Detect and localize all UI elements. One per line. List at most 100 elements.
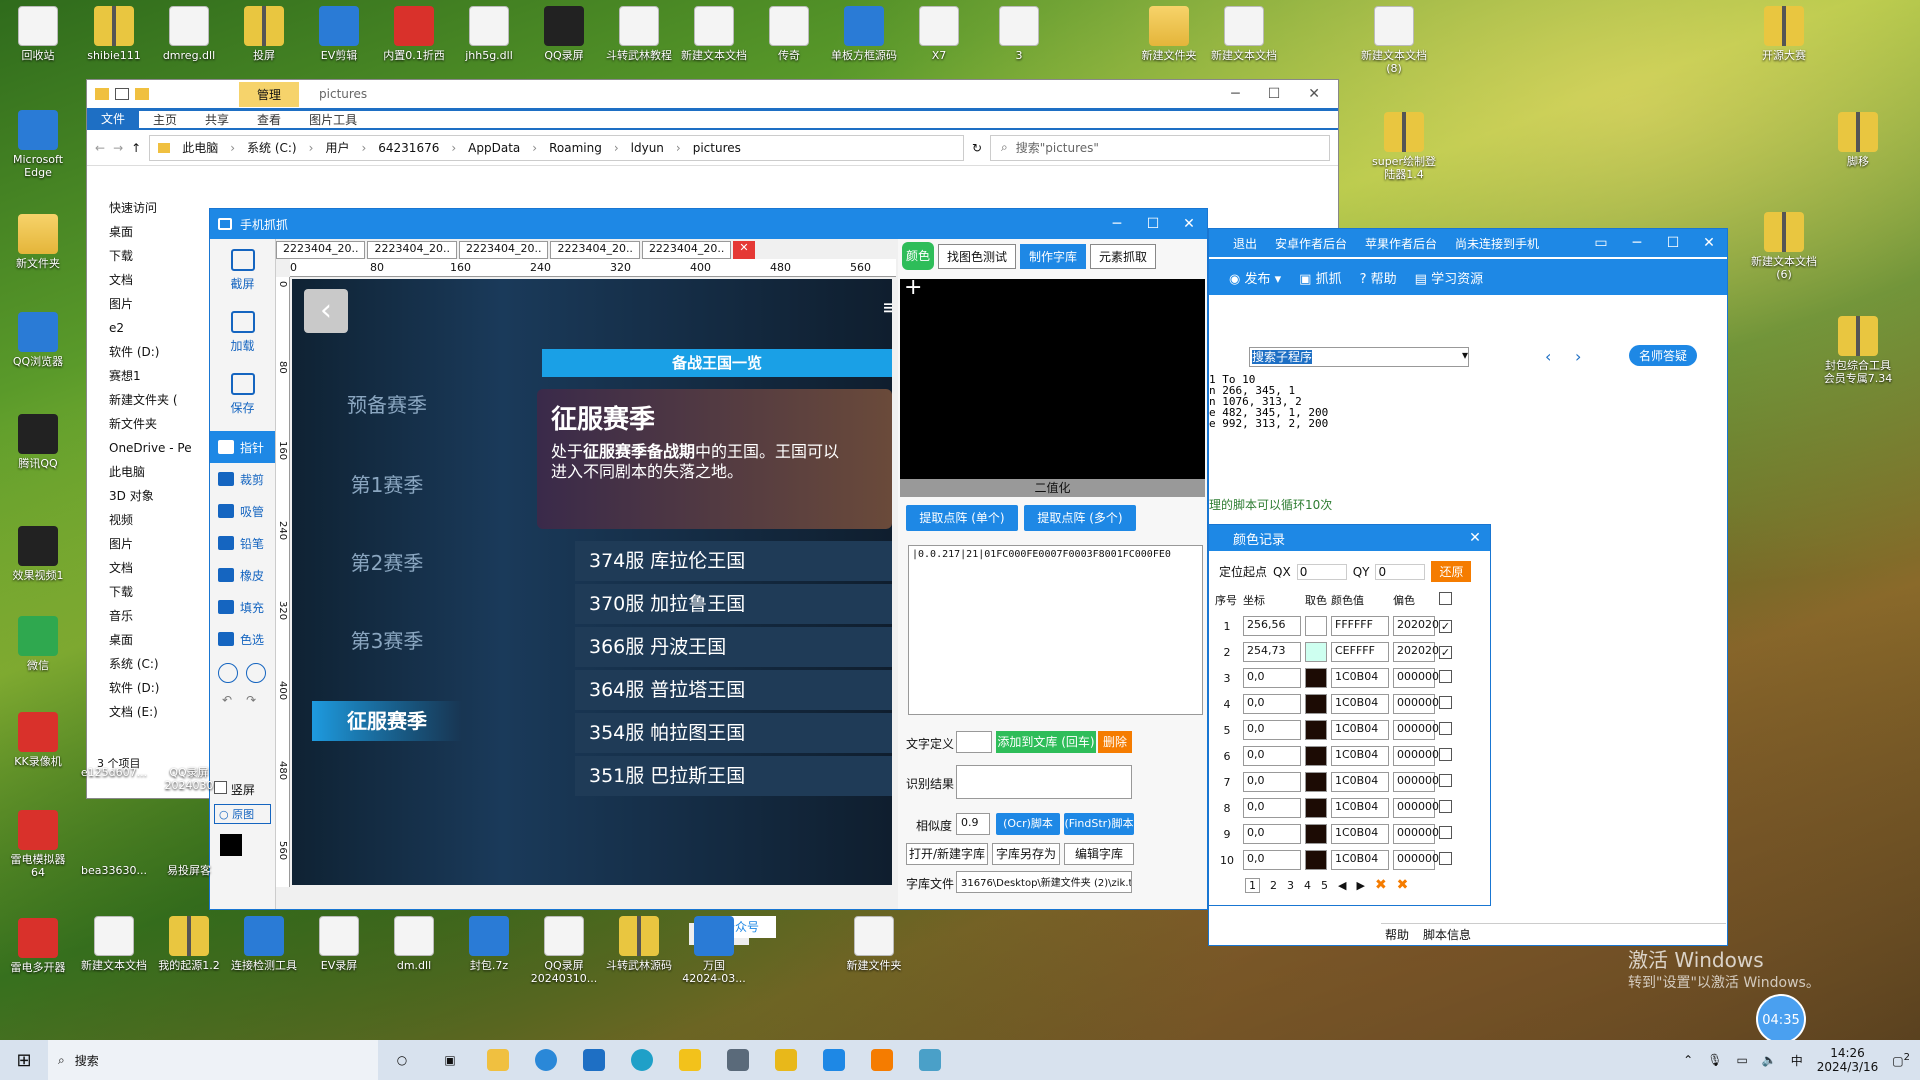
kk-taskbar-icon[interactable] — [522, 1040, 570, 1080]
restore-button[interactable]: 还原 — [1431, 561, 1472, 582]
undo-icon[interactable]: ↶ — [222, 693, 232, 707]
breadcrumb-item[interactable]: ldyun — [631, 141, 664, 155]
network-icon[interactable]: ▭ — [1736, 1053, 1747, 1067]
tab-file[interactable]: 文件 — [87, 108, 140, 130]
nav-item[interactable]: 软件 (D:) — [87, 340, 217, 364]
desktop-icon[interactable]: dmreg.dll — [153, 6, 225, 62]
nav-item[interactable]: 文档 — [87, 556, 217, 580]
close-tab-icon[interactable]: ✕ — [733, 241, 755, 259]
code-editor[interactable]: 1 To 10 n 266, 345, 1n 1076, 313, 2e 482,… — [1209, 374, 1328, 429]
tool-5[interactable]: 填充 — [210, 591, 275, 623]
tool-4[interactable]: 橡皮 — [210, 559, 275, 591]
page-number[interactable]: 1 — [1245, 877, 1260, 893]
page-number[interactable]: 4 — [1304, 879, 1311, 892]
color-record-window[interactable]: 颜色记录 ✕ 定位起点 QX 0 QY 0 还原 序号 坐标 取色 颜色值 偏色 1 256… — [1208, 524, 1491, 906]
desktop-icon[interactable]: 脚移 — [1822, 112, 1894, 168]
volume-icon[interactable]: 🔈 — [1762, 1053, 1777, 1067]
edit-library-button[interactable]: 编辑字库 — [1064, 843, 1134, 865]
coord-input[interactable]: 0,0 — [1243, 694, 1301, 714]
java-taskbar-icon[interactable] — [858, 1040, 906, 1080]
desktop-icon[interactable]: 雷电模拟器 64 — [2, 810, 74, 879]
search-input[interactable]: ⌕ 搜索"pictures" — [990, 134, 1330, 161]
tool-6[interactable]: 色选 — [210, 623, 275, 655]
prev-page-icon[interactable]: ◀ — [1338, 879, 1346, 892]
recognize-result-field[interactable] — [956, 765, 1132, 799]
prev-arrow-icon[interactable]: ‹ — [1545, 347, 1551, 366]
nav-item[interactable]: 视频 — [87, 508, 217, 532]
offset-input[interactable]: 202020 — [1393, 642, 1439, 662]
tab-home[interactable]: 主页 — [139, 110, 192, 128]
binarized-preview[interactable]: + — [900, 275, 1205, 479]
coord-input[interactable]: 0,0 — [1243, 772, 1301, 792]
nav-item[interactable]: 下载 — [87, 580, 217, 604]
tab-element-capture[interactable]: 元素抓取 — [1090, 243, 1157, 269]
next-arrow-icon[interactable]: › — [1575, 347, 1581, 366]
nav-item[interactable]: 下载 — [87, 244, 217, 268]
dot-matrix-output[interactable]: |0.0.217|21|01FC000FE0007F0003F8001FC000… — [908, 545, 1203, 715]
desktop-icon[interactable]: 投屏 — [228, 6, 300, 62]
coord-input[interactable]: 0,0 — [1243, 824, 1301, 844]
load-button[interactable]: 加载 — [210, 301, 275, 363]
up-icon[interactable]: ↑ — [131, 141, 141, 155]
rotate-right-icon[interactable] — [246, 663, 266, 683]
row-checkbox[interactable] — [1439, 696, 1452, 709]
tab-make-font-library[interactable]: 制作字库 — [1020, 243, 1087, 269]
desktop-icon-partial[interactable]: 易投屏客 — [153, 864, 225, 877]
nav-item[interactable]: OneDrive - Pe — [87, 436, 217, 460]
color-swatch[interactable] — [1305, 720, 1327, 740]
row-checkbox[interactable] — [1439, 748, 1452, 761]
capture-button[interactable]: ▣ 抓抓 — [1299, 268, 1341, 287]
clock[interactable]: 14:26 2024/3/16 — [1817, 1046, 1879, 1074]
color-value-input[interactable]: 1C0B04 — [1331, 720, 1389, 740]
back-icon[interactable]: ← — [95, 141, 105, 155]
color-value-input[interactable]: 1C0B04 — [1331, 798, 1389, 818]
color-value-input[interactable]: 1C0B04 — [1331, 824, 1389, 844]
minimize-icon[interactable]: ─ — [1099, 216, 1135, 232]
desktop-icon[interactable]: 3 — [983, 6, 1055, 62]
color-swatch[interactable] — [1305, 824, 1327, 844]
nav-item[interactable]: 新文件夹 — [87, 412, 217, 436]
nav-item[interactable]: 文档 — [87, 268, 217, 292]
calculator-taskbar-icon[interactable] — [714, 1040, 762, 1080]
desktop-icon[interactable]: 效果视频1 — [2, 526, 74, 582]
desktop-icon-partial[interactable]: QQ录屏 2024030 — [153, 766, 225, 792]
close-icon[interactable]: ✕ — [1308, 86, 1320, 102]
tab-find-image-test[interactable]: 找图色测试 — [938, 243, 1017, 269]
color-swatch[interactable] — [1305, 772, 1327, 792]
coord-input[interactable]: 0,0 — [1243, 798, 1301, 818]
nav-item[interactable]: 赛想1 — [87, 364, 217, 388]
checkbox-icon[interactable] — [115, 88, 129, 100]
nav-item[interactable]: 文档 (E:) — [87, 700, 217, 724]
row-checkbox[interactable] — [1439, 670, 1452, 683]
image-tab[interactable]: 2223404_20.. — [276, 241, 366, 259]
page-number[interactable]: 5 — [1321, 879, 1328, 892]
desktop-icon[interactable]: Microsoft Edge — [2, 110, 74, 179]
refresh-icon[interactable]: ↻ — [972, 141, 982, 155]
menu-ios-backend[interactable]: 苹果作者后台 — [1365, 235, 1437, 252]
library-file-path[interactable]: 31676\Desktop\新建文件夹 (2)\zik.txt — [956, 871, 1132, 893]
row-checkbox[interactable] — [1439, 774, 1452, 787]
tutor-qa-badge[interactable]: 名师答疑 — [1629, 345, 1698, 366]
image-tab[interactable]: 2223404_20.. — [458, 241, 549, 259]
row-checkbox[interactable]: ✓ — [1439, 645, 1452, 659]
qx-input[interactable]: 0 — [1296, 563, 1347, 580]
desktop-icon[interactable]: 斗转武林源码 — [603, 916, 675, 972]
similarity-input[interactable]: 0.9 — [956, 813, 990, 835]
select-all-checkbox[interactable] — [1439, 592, 1452, 605]
original-image-toggle[interactable]: ○ 原图 — [214, 804, 271, 824]
desktop-icon[interactable]: 连接检测工具 — [228, 916, 300, 972]
ocr-script-button[interactable]: (Ocr)脚本 — [996, 813, 1060, 835]
desktop-icon[interactable]: QQ浏览器 — [2, 312, 74, 368]
ime-indicator[interactable]: 中 — [1791, 1052, 1803, 1069]
ld-multi-taskbar-icon[interactable] — [762, 1040, 810, 1080]
script-editor-taskbar-icon[interactable] — [810, 1040, 858, 1080]
desktop-icon[interactable]: 新建文本文档 (6) — [1748, 212, 1820, 281]
tab-share[interactable]: 共享 — [191, 110, 244, 128]
nav-item[interactable]: 软件 (D:) — [87, 676, 217, 700]
coord-input[interactable]: 0,0 — [1243, 720, 1301, 740]
coord-input[interactable]: 254,73 — [1243, 642, 1301, 662]
offset-input[interactable]: 000000 — [1393, 720, 1439, 740]
desktop-icon[interactable]: KK录像机 — [2, 712, 74, 768]
offset-input[interactable]: 000000 — [1393, 668, 1439, 688]
image-tab[interactable]: 2223404_20.. — [641, 241, 732, 259]
